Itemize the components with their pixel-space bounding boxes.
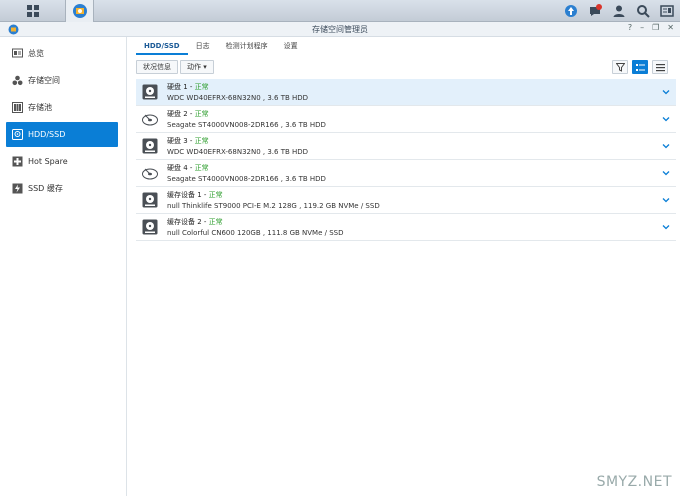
storage-pool-icon — [12, 102, 23, 113]
list-item[interactable]: 硬盘 4 - 正常 Seagate ST4000VN008-2DR166 , 3… — [136, 160, 676, 187]
sidebar-item-label: 存储池 — [28, 103, 52, 112]
disk-description: null Thinklife ST9000 PCI-E M.2 128G , 1… — [167, 202, 380, 210]
user-icon[interactable] — [610, 2, 628, 20]
disk-description: Seagate ST4000VN008-2DR166 , 3.6 TB HDD — [167, 121, 326, 129]
list-item[interactable]: 硬盘 2 - 正常 Seagate ST4000VN008-2DR166 , 3… — [136, 106, 676, 133]
sidebar-item-label: 总览 — [28, 49, 44, 58]
chevron-down-icon[interactable] — [662, 196, 670, 204]
list-view-button[interactable] — [652, 60, 668, 74]
hdd-icon — [12, 129, 23, 140]
filter-icon — [615, 62, 625, 72]
minimize-icon[interactable]: – — [640, 23, 644, 32]
sidebar-item-label: SSD 缓存 — [28, 184, 63, 193]
window-titlebar: 存储空间管理员 ? – ❐ ✕ — [0, 22, 680, 37]
filter-button[interactable] — [612, 60, 628, 74]
disk-platter-icon — [142, 114, 158, 126]
taskbar — [0, 0, 680, 22]
disk-description: Seagate ST4000VN008-2DR166 , 3.6 TB HDD — [167, 175, 326, 183]
main-menu-button[interactable] — [0, 0, 66, 22]
sidebar-item-label: 存储空间 — [28, 76, 60, 85]
widgets-icon[interactable] — [658, 2, 676, 20]
sidebar-item-ssd-cache[interactable]: SSD 缓存 — [6, 176, 118, 201]
status-badge: 正常 — [194, 137, 209, 145]
list-icon — [655, 63, 665, 71]
list-item[interactable]: 缓存设备 1 - 正常 null Thinklife ST9000 PCI-E … — [136, 187, 676, 214]
volume-icon — [12, 75, 23, 86]
hot-spare-icon — [12, 156, 23, 167]
tab-hdd-ssd[interactable]: HDD/SSD — [136, 39, 188, 55]
watermark: SMYZ.NET — [596, 474, 672, 490]
disk-description: WDC WD40EFRX-68N32N0 , 3.6 TB HDD — [167, 94, 309, 102]
chevron-down-icon[interactable] — [662, 88, 670, 96]
sidebar-item-label: Hot Spare — [28, 157, 68, 166]
storage-manager-taskbar-button[interactable] — [66, 0, 94, 22]
chevron-down-icon[interactable] — [662, 223, 670, 231]
hdd-icon — [142, 84, 158, 100]
disk-list: 硬盘 1 - 正常 WDC WD40EFRX-68N32N0 , 3.6 TB … — [136, 79, 676, 241]
hdd-icon — [142, 219, 158, 235]
sidebar: 总览 存储空间 存储池 HDD/SSD Hot Spare SSD 缓存 — [0, 37, 127, 496]
overview-icon — [12, 48, 23, 59]
status-info-button[interactable]: 状况信息 — [136, 60, 178, 74]
sidebar-item-overview[interactable]: 总览 — [6, 41, 118, 66]
list-item[interactable]: 硬盘 3 - 正常 WDC WD40EFRX-68N32N0 , 3.6 TB … — [136, 133, 676, 160]
sidebar-item-storage-pool[interactable]: 存储池 — [6, 95, 118, 120]
ssd-cache-icon — [12, 183, 23, 194]
disk-description: null Colorful CN600 120GB , 111.8 GB NVM… — [167, 229, 344, 237]
status-badge: 正常 — [194, 110, 209, 118]
disk-name: 硬盘 2 — [167, 110, 188, 118]
detail-view-button[interactable] — [632, 60, 648, 74]
sidebar-item-hdd-ssd[interactable]: HDD/SSD — [6, 122, 118, 147]
status-badge: 正常 — [194, 164, 209, 172]
action-dropdown-button[interactable]: 动作 ▾ — [180, 60, 214, 74]
chevron-down-icon[interactable] — [662, 142, 670, 150]
help-icon[interactable]: ? — [628, 23, 632, 32]
status-badge: 正常 — [208, 218, 223, 226]
hdd-icon — [142, 192, 158, 208]
disk-name: 硬盘 1 — [167, 83, 188, 91]
chevron-down-icon[interactable] — [662, 169, 670, 177]
disk-name: 硬盘 4 — [167, 164, 188, 172]
tab-log[interactable]: 日志 — [188, 39, 218, 55]
search-icon[interactable] — [634, 2, 652, 20]
disk-description: WDC WD40EFRX-68N32N0 , 3.6 TB HDD — [167, 148, 309, 156]
list-item[interactable]: 缓存设备 2 - 正常 null Colorful CN600 120GB , … — [136, 214, 676, 241]
upload-queue-icon[interactable] — [562, 2, 580, 20]
disk-name: 缓存设备 1 — [167, 191, 202, 199]
tab-test-scheduler[interactable]: 检测计划程序 — [218, 39, 276, 55]
window-title: 存储空间管理员 — [312, 25, 368, 34]
hdd-icon — [142, 138, 158, 154]
close-icon[interactable]: ✕ — [667, 23, 674, 32]
sidebar-item-label: HDD/SSD — [28, 130, 66, 139]
status-badge: 正常 — [208, 191, 223, 199]
disk-name: 硬盘 3 — [167, 137, 188, 145]
notification-icon[interactable] — [586, 2, 604, 20]
maximize-icon[interactable]: ❐ — [652, 23, 659, 32]
tab-settings[interactable]: 设置 — [276, 39, 306, 55]
list-detail-icon — [635, 63, 645, 71]
disk-name: 缓存设备 2 — [167, 218, 202, 226]
storage-manager-icon — [72, 4, 87, 18]
sidebar-item-hot-spare[interactable]: Hot Spare — [6, 149, 118, 174]
chevron-down-icon[interactable] — [662, 115, 670, 123]
status-badge: 正常 — [194, 83, 209, 91]
tab-bar: HDD/SSD 日志 检测计划程序 设置 — [136, 39, 306, 55]
grid-icon — [26, 5, 39, 17]
disk-platter-icon — [142, 168, 158, 180]
list-item[interactable]: 硬盘 1 - 正常 WDC WD40EFRX-68N32N0 , 3.6 TB … — [136, 79, 676, 106]
sidebar-item-volume[interactable]: 存储空间 — [6, 68, 118, 93]
